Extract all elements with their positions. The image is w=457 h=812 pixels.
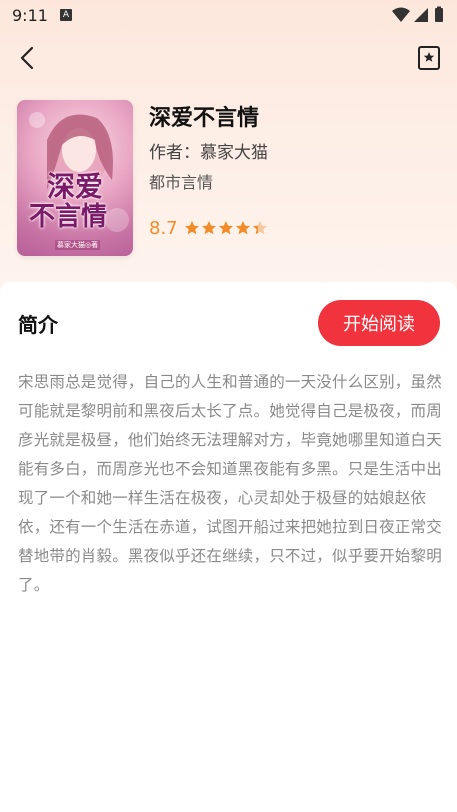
star-icon xyxy=(218,221,233,235)
chevron-left-icon xyxy=(20,46,34,70)
book-author: 作者：慕家大猫 xyxy=(149,143,268,163)
star-icon xyxy=(252,221,267,235)
book-genre: 都市言情 xyxy=(149,173,214,192)
battery-icon xyxy=(435,6,443,22)
intro-heading: 简介 xyxy=(18,313,58,337)
star-icon xyxy=(201,221,216,235)
rating-score: 8.7 xyxy=(149,217,178,239)
system-icons xyxy=(391,5,449,29)
intro-text: 宋思雨总是觉得，自己的人生和普通的一天没什么区别，虽然可能就是黎明前和黑夜后太长… xyxy=(18,373,442,594)
wifi-icon xyxy=(392,7,410,22)
cover-title-line1: 深爱 xyxy=(47,170,104,203)
a-icon: A xyxy=(60,9,72,21)
status-bar: 9:11 A xyxy=(0,0,457,32)
star-icon xyxy=(184,221,199,235)
bookmark-star-icon xyxy=(418,46,440,70)
cover-title: 深爱 不言情 xyxy=(29,170,129,233)
book-title: 深爱不言情 xyxy=(149,106,260,131)
start-reading-button[interactable]: 开始阅读 xyxy=(318,300,440,346)
intro-card: 简介 开始阅读 宋思雨总是觉得，自己的人生和普通的一天没什么区别，虽然可能就是黎… xyxy=(0,282,457,812)
status-time: 9:11 xyxy=(12,6,48,25)
bookmark-button[interactable] xyxy=(415,44,443,72)
cover-title-line2: 不言情 xyxy=(29,202,108,232)
book-rating: 8.7 xyxy=(149,215,268,241)
back-button[interactable] xyxy=(14,44,42,72)
rating-stars xyxy=(184,220,268,236)
cover-author: 慕家大猫◎著 xyxy=(55,240,101,250)
star-icon xyxy=(235,221,250,235)
book-cover[interactable]: 深爱 不言情 慕家大猫◎著 xyxy=(17,100,133,256)
signal-icon xyxy=(414,8,428,22)
